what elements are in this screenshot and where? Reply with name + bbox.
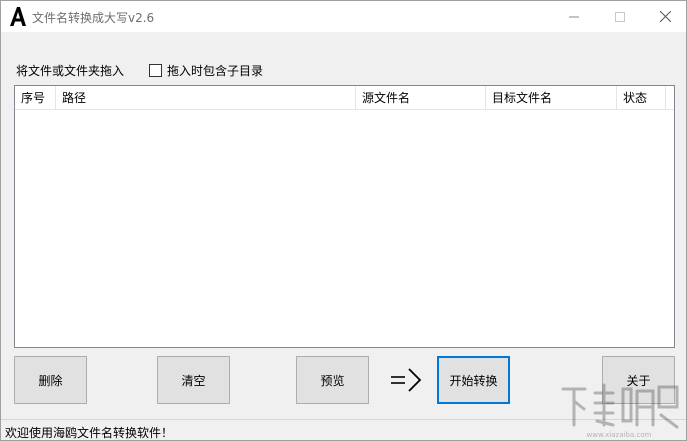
close-icon: [659, 11, 671, 22]
watermark-url: www.xiazaiba.com: [587, 431, 652, 439]
app-window: 文件名转换成大写v2.6 将文件或文件夹拖入 拖入时包含子目录 序号 路径 源文…: [0, 0, 687, 441]
column-header-target-name[interactable]: 目标文件名: [486, 86, 617, 110]
window-title: 文件名转换成大写v2.6: [32, 11, 155, 25]
close-button[interactable]: [642, 1, 687, 32]
table-header: 序号 路径 源文件名 目标文件名 状态: [15, 86, 674, 110]
letter-a-icon: [10, 7, 26, 26]
double-arrow-right-icon: [391, 368, 422, 392]
status-text: 欢迎使用海鸥文件名转换软件！: [5, 426, 174, 440]
start-convert-button[interactable]: 开始转换: [437, 356, 510, 404]
include-subdirs-checkbox[interactable]: 拖入时包含子目录: [149, 62, 263, 79]
preview-button[interactable]: 预览: [296, 356, 369, 404]
minimize-icon: [569, 16, 579, 17]
drop-hint-label: 将文件或文件夹拖入: [16, 64, 125, 78]
column-header-source-name[interactable]: 源文件名: [356, 86, 486, 110]
title-bar[interactable]: 文件名转换成大写v2.6: [1, 1, 686, 32]
column-header-index[interactable]: 序号: [15, 86, 56, 110]
maximize-button[interactable]: [597, 1, 643, 32]
clear-button[interactable]: 清空: [157, 356, 230, 404]
include-subdirs-label[interactable]: 拖入时包含子目录: [167, 62, 263, 79]
file-list-table[interactable]: 序号 路径 源文件名 目标文件名 状态: [14, 85, 675, 348]
delete-button[interactable]: 删除: [14, 356, 87, 404]
minimize-button[interactable]: [551, 1, 597, 32]
site-watermark-logo: www.xiazaiba.com: [561, 383, 679, 439]
column-header-path[interactable]: 路径: [56, 86, 356, 110]
column-header-status[interactable]: 状态: [617, 86, 666, 110]
checkbox-square[interactable]: [149, 64, 162, 77]
maximize-icon: [615, 11, 625, 22]
